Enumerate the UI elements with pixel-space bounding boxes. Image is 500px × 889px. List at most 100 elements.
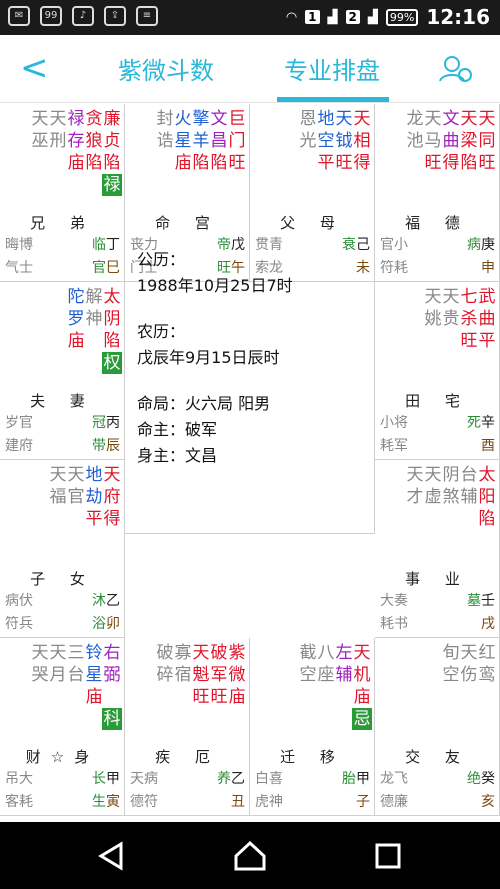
- center-info: 公历： 1988年10月25日7时 农历： 戊辰年9月15日辰时 命局：火六局 …: [125, 178, 375, 534]
- star-char: 存: [67, 131, 85, 151]
- palace-cell[interactable]: 天府得地劫平天官天福子 女病伏 符兵 沐乙 浴卯: [0, 460, 125, 638]
- status-bar: ✉ 99 ♪ ⇪ ≡ ◠ 1 ▟ 2 ▟ 99% 12:16: [0, 0, 500, 35]
- star-char: 贞: [103, 131, 121, 151]
- star-column: 天巫: [31, 108, 49, 196]
- changsheng-2: 浴: [92, 616, 106, 632]
- star-char: 天: [442, 287, 460, 307]
- star-char: 曲: [478, 309, 496, 329]
- tiangan: 丙: [106, 415, 120, 431]
- minor-stars-2: 耗军: [380, 438, 408, 454]
- user-switch-icon[interactable]: [438, 53, 474, 85]
- tiangan: 辛: [481, 415, 495, 431]
- branch-row-2: 申: [481, 257, 495, 277]
- star-char: 天: [460, 109, 478, 129]
- changsheng: 胎: [342, 771, 356, 787]
- star-columns: 红鸾天伤旬空: [442, 642, 496, 686]
- star-char: 三: [67, 643, 85, 663]
- star-column: 天魁旺: [192, 642, 210, 708]
- star-brightness: 庙: [85, 687, 103, 707]
- recent-nav-icon[interactable]: [372, 840, 404, 872]
- tab-ziwei[interactable]: 紫微斗数: [118, 51, 214, 86]
- palace-cell[interactable]: 太阴陷权解神陀罗庙夫 妻岁官 建府 冠丙 带辰: [0, 282, 125, 460]
- star-column: 擎羊陷: [192, 108, 210, 174]
- star-char: 阳: [478, 487, 496, 507]
- back-icon[interactable]: <: [20, 51, 49, 85]
- star-column: 天马旺: [424, 108, 442, 174]
- palace-cell[interactable]: 天机庙忌左辅八座截空迁 移白喜 虎神 胎甲子: [250, 638, 375, 816]
- star-column: 天梁陷: [460, 108, 478, 174]
- star-columns: 巨门旺文昌陷擎羊陷火星庙封诰: [156, 108, 246, 174]
- star-columns: 廉贞陷禄贪狼陷禄存庙天刑天巫: [31, 108, 122, 196]
- star-char: 太: [478, 465, 496, 485]
- changsheng: 死: [467, 415, 481, 431]
- branch-row-1: 养乙: [217, 768, 245, 788]
- minor-stars-1: 白喜: [255, 771, 283, 787]
- star-char: 天: [49, 465, 67, 485]
- changsheng-2: 带: [92, 438, 106, 454]
- home-nav-icon[interactable]: [232, 838, 268, 874]
- star-char: 破: [210, 643, 228, 663]
- palace-cell[interactable]: 廉贞陷禄贪狼陷禄存庙天刑天巫兄 弟晦博 气士 临丁 官巳: [0, 104, 125, 282]
- star-char: 池: [406, 131, 424, 151]
- star-char: 擎: [192, 109, 210, 129]
- star-column: 台辅: [460, 464, 478, 530]
- star-char: 魁: [192, 665, 210, 685]
- star-char: 廉: [103, 109, 121, 129]
- branch-row-2: 酉: [481, 435, 495, 455]
- star-columns: 太阳陷台辅阴煞天虚天才: [406, 464, 496, 530]
- star-char: 天: [424, 465, 442, 485]
- star-char: 同: [478, 131, 496, 151]
- minor-stars-1: 病伏: [5, 593, 33, 609]
- palace-cell[interactable]: 武曲平七杀旺天贵天姚田 宅小将 耗军 死辛酉: [375, 282, 500, 460]
- sihua-badge: 权: [102, 352, 122, 374]
- palace-cell[interactable]: 紫微庙破军旺天魁旺寡宿破碎疾 厄天病 德符 养乙丑: [125, 638, 250, 816]
- sihua-badge: 忌: [352, 708, 372, 730]
- star-column: 右弼科: [102, 642, 122, 730]
- changsheng: 病: [467, 237, 481, 253]
- star-column: 武曲平: [478, 286, 496, 352]
- palace-name: 交 友: [405, 748, 470, 766]
- star-char: 军: [210, 665, 228, 685]
- dizhi: 丑: [231, 794, 245, 810]
- tab-professional[interactable]: 专业排盘: [284, 51, 380, 86]
- palace-cell[interactable]: 太阳陷台辅阴煞天虚天才事 业大奏 耗书 墓壬戌: [375, 460, 500, 638]
- minor-stars-2: 客耗: [5, 794, 33, 810]
- back-nav-icon[interactable]: [95, 840, 127, 872]
- star-char: 机: [353, 665, 371, 685]
- sihua-badge: 科: [102, 708, 122, 730]
- star-char: 宿: [174, 665, 192, 685]
- tiangan: 庚: [481, 237, 495, 253]
- upload-icon: ⇪: [104, 6, 126, 26]
- branch-row-1: 墓壬: [467, 590, 495, 610]
- palace-cell[interactable]: 红鸾天伤旬空交 友龙飞 德廉 绝癸亥: [375, 638, 500, 816]
- star-column: 截空: [299, 642, 317, 730]
- branch-row-2: 生寅: [92, 791, 120, 811]
- star-brightness: 旺: [228, 153, 246, 173]
- star-column: 红鸾: [478, 642, 496, 686]
- branch-row-1: 冠丙: [92, 412, 120, 432]
- star-char: 伤: [460, 665, 478, 685]
- star-column: 八座: [317, 642, 335, 730]
- star-char: 微: [228, 665, 246, 685]
- palace-cell[interactable]: 天同旺天梁陷文曲得天马旺龙池福 德官小 符耗 病庚申: [375, 104, 500, 282]
- dizhi: 巳: [106, 260, 120, 276]
- branch-row-1: 长甲: [92, 768, 120, 788]
- star-char: 哭: [31, 665, 49, 685]
- star-char: 天: [335, 109, 353, 129]
- star-char: 巨: [228, 109, 246, 129]
- branch-row-2: 戌: [481, 613, 495, 633]
- star-char: 天: [49, 643, 67, 663]
- changsheng: 长: [92, 771, 106, 787]
- star-char: 铃: [85, 643, 103, 663]
- star-char: 台: [67, 665, 85, 685]
- minor-stars-2: 符兵: [5, 616, 33, 632]
- nongli-value: 戊辰年9月15日辰时: [137, 348, 280, 367]
- star-char: 星: [85, 665, 103, 685]
- star-brightness: 旺: [424, 153, 442, 173]
- changsheng: 沐: [92, 593, 106, 609]
- status-right: ◠ 1 ▟ 2 ▟ 99% 12:16: [286, 5, 490, 29]
- star-char: 钺: [335, 131, 353, 151]
- palace-cell[interactable]: 右弼科铃星庙三台天月天哭财☆身 吊大 客耗 长甲 生寅: [0, 638, 125, 816]
- tiangan: 甲: [356, 771, 370, 787]
- star-char: 天: [406, 465, 424, 485]
